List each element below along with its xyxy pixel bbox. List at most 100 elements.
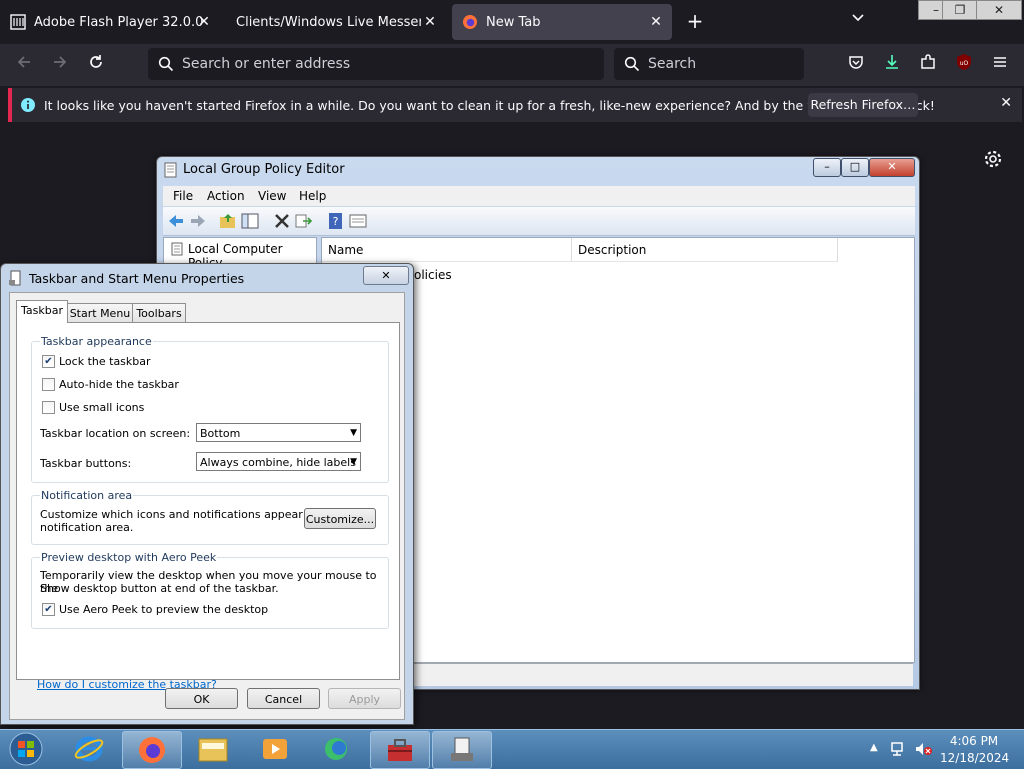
download-icon (886, 55, 898, 69)
aero-peek-checkbox[interactable]: ✔ Use Aero Peek to preview the desktop (42, 603, 268, 616)
clock-date[interactable]: 12/18/2024 (940, 751, 1009, 765)
group-policy-icon (451, 737, 473, 761)
apply-button[interactable]: Apply (328, 688, 401, 709)
up-folder-icon[interactable] (219, 212, 237, 230)
reload-button[interactable] (84, 53, 108, 77)
extensions-icon (921, 54, 935, 69)
dropdown-arrow-icon: ▼ (350, 457, 357, 467)
checkbox-label: Use Aero Peek to preview the desktop (59, 603, 269, 616)
network-icon[interactable] (890, 741, 908, 757)
aero-peek-description-line2: Show desktop button at end of the taskba… (40, 582, 279, 595)
close-icon[interactable]: ✕ (422, 14, 438, 30)
back-arrow-icon[interactable] (167, 212, 185, 230)
ublock-icon: uO (957, 54, 971, 70)
checkbox-unchecked[interactable] (42, 378, 55, 391)
group-title: Notification area (40, 489, 134, 502)
customize-button[interactable]: Customize... (304, 508, 376, 529)
aero-peek-group: Preview desktop with Aero Peek Temporari… (31, 551, 389, 629)
tab-start-menu[interactable]: Start Menu (67, 303, 133, 323)
tab-toolbars[interactable]: Toolbars (132, 303, 186, 323)
forward-button[interactable] (48, 53, 72, 77)
app-menu-button[interactable] (988, 53, 1012, 77)
list-all-tabs-button[interactable] (848, 10, 868, 32)
start-button[interactable] (0, 731, 52, 767)
dialog-title: Taskbar and Start Menu Properties (29, 271, 245, 286)
messenger-taskbar-button[interactable] (308, 731, 366, 767)
show-hide-tree-icon[interactable] (241, 212, 259, 230)
checkbox-label: Lock the taskbar (59, 355, 151, 368)
small-icons-checkbox[interactable]: Use small icons (42, 401, 144, 414)
address-bar[interactable]: Search or enter address (148, 48, 604, 80)
cancel-button[interactable]: Cancel (247, 688, 320, 709)
firefox-icon (463, 15, 477, 29)
ublock-badge-text: uO (960, 60, 969, 67)
tab-messenger[interactable]: Clients/Windows Live Messenger/T ✕ (226, 4, 446, 40)
checkbox-checked[interactable]: ✔ (42, 355, 55, 368)
maximize-button[interactable]: □ (841, 158, 869, 177)
column-header-name[interactable]: Name (322, 238, 572, 262)
show-hidden-icons-icon[interactable]: ▲ (870, 742, 878, 753)
refresh-notification-bar: It looks like you haven't started Firefo… (8, 88, 1022, 122)
auto-hide-checkbox[interactable]: Auto-hide the taskbar (42, 378, 179, 391)
refresh-firefox-button[interactable]: Refresh Firefox… (808, 93, 918, 117)
media-player-taskbar-button[interactable] (246, 731, 304, 767)
tab-title: Adobe Flash Player 32.0.0.371 – (34, 14, 204, 30)
close-icon[interactable]: ✕ (196, 14, 212, 30)
media-player-icon (263, 739, 287, 759)
group-policy-taskbar-button[interactable] (432, 731, 492, 769)
firefox-taskbar-button[interactable] (122, 731, 182, 769)
menu-help[interactable]: Help (299, 189, 326, 203)
downloads-button[interactable] (880, 53, 904, 77)
tab-new-tab[interactable]: New Tab ✕ (452, 4, 672, 40)
close-button[interactable]: ✕ (363, 266, 409, 285)
forward-arrow-icon (54, 56, 67, 68)
group-title: Preview desktop with Aero Peek (40, 551, 218, 564)
tab-taskbar[interactable]: Taskbar (16, 300, 68, 323)
list-item[interactable]: olicies (414, 268, 452, 282)
menu-view[interactable]: View (258, 189, 286, 203)
menu-action[interactable]: Action (207, 189, 245, 203)
delete-icon[interactable] (273, 212, 291, 230)
search-icon (158, 56, 174, 72)
help-icon[interactable]: ? (327, 212, 345, 230)
checkbox-label: Auto-hide the taskbar (59, 378, 179, 391)
checkbox-unchecked[interactable] (42, 401, 55, 414)
properties-icon[interactable] (349, 212, 367, 230)
checkbox-checked[interactable]: ✔ (42, 603, 55, 616)
forward-arrow-icon[interactable] (189, 212, 207, 230)
extensions-button[interactable] (916, 53, 940, 77)
lock-taskbar-checkbox[interactable]: ✔ Lock the taskbar (42, 355, 151, 368)
search-bar[interactable]: Search (614, 48, 804, 80)
window-close-button[interactable]: ✕ (976, 0, 1022, 20)
internet-explorer-taskbar-button[interactable] (60, 731, 118, 767)
clock-time[interactable]: 4:06 PM (940, 734, 1008, 748)
minimize-button[interactable]: – (813, 158, 841, 177)
window-restore-button[interactable]: ❐ (942, 0, 978, 20)
ublock-button[interactable]: uO (952, 53, 976, 77)
taskbar-buttons-select[interactable]: Always combine, hide labels ▼ (196, 452, 361, 471)
pocket-button[interactable] (844, 53, 868, 77)
volume-muted-icon[interactable] (914, 741, 932, 757)
export-list-icon[interactable] (295, 212, 313, 230)
tab-title: New Tab (486, 14, 541, 30)
toolbox-taskbar-button[interactable] (370, 731, 430, 769)
tab-adobe-flash[interactable]: Adobe Flash Player 32.0.0.371 – ✕ (0, 4, 220, 40)
close-icon[interactable]: ✕ (648, 14, 664, 30)
select-value: Always combine, hide labels (200, 456, 356, 469)
location-select[interactable]: Bottom ▼ (196, 423, 361, 442)
menu-file[interactable]: File (173, 189, 193, 203)
close-button[interactable]: ✕ (869, 158, 915, 177)
notification-description-line1: Customize which icons and notifications … (40, 508, 338, 521)
column-header-description[interactable]: Description (572, 238, 838, 262)
gear-icon[interactable] (982, 148, 1004, 170)
address-placeholder: Search or enter address (182, 56, 351, 72)
new-tab-button[interactable]: + (684, 10, 706, 32)
location-label: Taskbar location on screen: (40, 427, 191, 440)
back-arrow-icon (17, 56, 30, 68)
close-icon[interactable]: ✕ (1000, 95, 1012, 111)
archive-icon (10, 14, 26, 30)
file-explorer-taskbar-button[interactable] (184, 731, 242, 767)
dialog-body: Taskbar Start Menu Toolbars Taskbar appe… (9, 292, 405, 720)
ok-button[interactable]: OK (165, 688, 238, 709)
back-button[interactable] (12, 53, 36, 77)
